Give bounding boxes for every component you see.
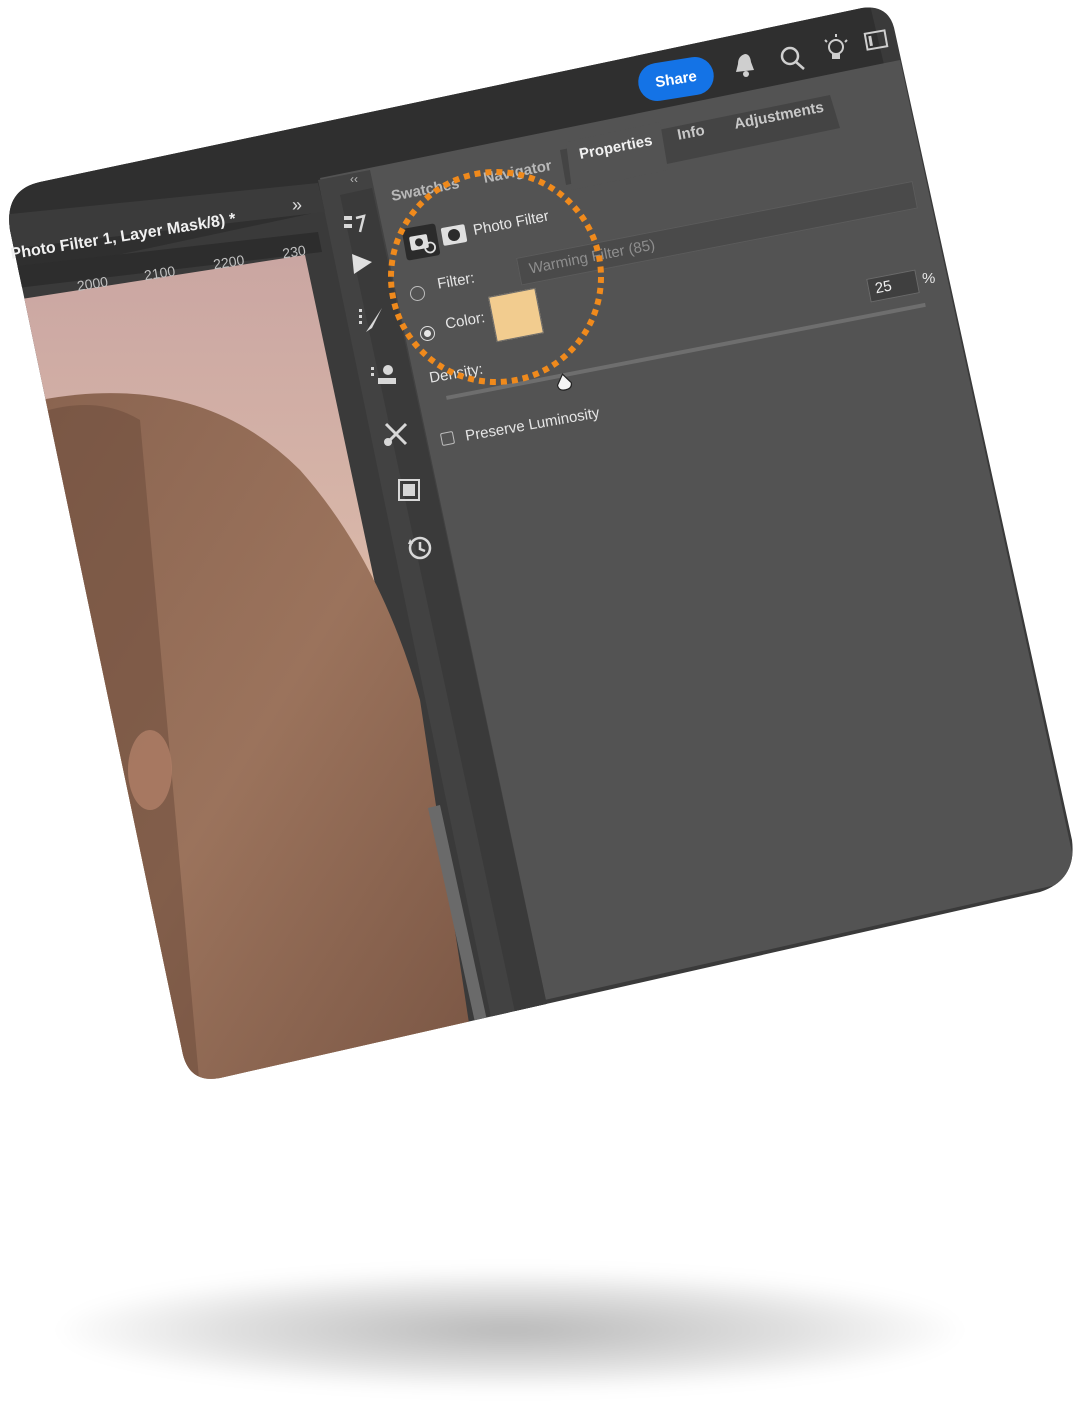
highlight-circle: [388, 169, 604, 385]
preserve-luminosity-checkbox[interactable]: [439, 430, 456, 447]
play-icon[interactable]: [348, 250, 376, 278]
search-icon[interactable]: [778, 44, 808, 74]
history-brush-icon[interactable]: [340, 210, 370, 240]
interface-layer: Share Properties Info Adjustments Swatch…: [0, 0, 1078, 1427]
share-button-label: Share: [654, 67, 698, 91]
density-input-value: 25: [873, 277, 894, 298]
libraries-icon[interactable]: [394, 474, 426, 506]
tool-presets-icon[interactable]: [380, 418, 412, 450]
density-unit: %: [922, 270, 936, 287]
collapse-panel-icon[interactable]: ‹‹: [350, 172, 358, 186]
ruler-mark: 2200: [212, 251, 246, 273]
preserve-luminosity-label: Preserve Luminosity: [464, 404, 601, 445]
tab-properties[interactable]: Properties: [578, 132, 654, 163]
ruler-mark: 2100: [142, 262, 177, 284]
history-icon[interactable]: [404, 532, 436, 564]
lightbulb-icon[interactable]: [820, 32, 852, 64]
tab-adjustments[interactable]: Adjustments: [733, 99, 825, 133]
expand-panels-icon[interactable]: »: [292, 195, 302, 216]
share-button[interactable]: Share: [635, 54, 717, 104]
ruler-mark: 230: [281, 241, 307, 262]
workspace-icon[interactable]: [862, 26, 890, 54]
bell-icon[interactable]: [730, 50, 760, 80]
tab-info[interactable]: Info: [676, 122, 706, 144]
density-input[interactable]: 25: [866, 269, 920, 303]
document-tab-title[interactable]: Photo Filter 1, Layer Mask/8) *: [9, 211, 237, 264]
ruler-mark: 2000: [75, 273, 110, 294]
